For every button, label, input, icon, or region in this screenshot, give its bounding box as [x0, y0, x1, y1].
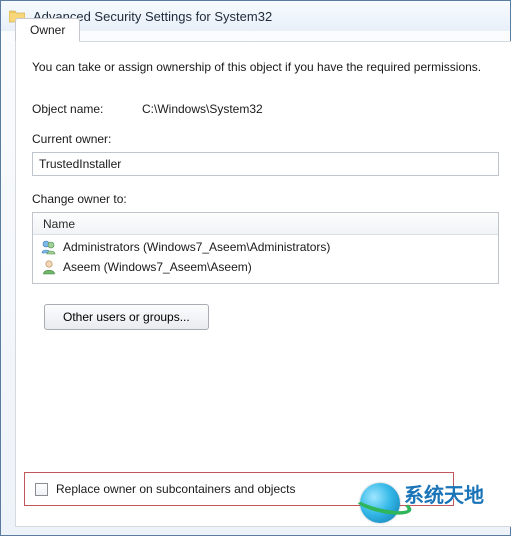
- list-item-text: Administrators (Windows7_Aseem\Administr…: [63, 240, 330, 254]
- object-name-label: Object name:: [32, 102, 142, 116]
- other-users-button[interactable]: Other users or groups...: [44, 304, 209, 330]
- owner-listview[interactable]: Name Administrators (Windows7_Aseem: [32, 212, 499, 284]
- tab-content: You can take or assign ownership of this…: [16, 42, 511, 340]
- group-icon: [41, 239, 57, 255]
- object-name-value: C:\Windows\System32: [142, 102, 263, 116]
- listview-body: Administrators (Windows7_Aseem\Administr…: [33, 235, 498, 283]
- current-owner-label: Current owner:: [32, 132, 499, 146]
- current-owner-field: TrustedInstaller: [32, 152, 499, 176]
- list-item[interactable]: Administrators (Windows7_Aseem\Administr…: [41, 237, 490, 257]
- description-text: You can take or assign ownership of this…: [32, 60, 499, 74]
- column-name: Name: [43, 217, 75, 231]
- list-item-text: Aseem (Windows7_Aseem\Aseem): [63, 260, 252, 274]
- change-owner-label: Change owner to:: [32, 192, 499, 206]
- tab-panel: Owner You can take or assign ownership o…: [15, 41, 511, 527]
- replace-owner-checkbox[interactable]: [35, 483, 48, 496]
- list-item[interactable]: Aseem (Windows7_Aseem\Aseem): [41, 257, 490, 277]
- tab-owner[interactable]: Owner: [15, 18, 80, 42]
- replace-owner-label: Replace owner on subcontainers and objec…: [56, 482, 295, 496]
- current-owner-value: TrustedInstaller: [39, 157, 121, 171]
- user-icon: [41, 259, 57, 275]
- replace-owner-highlight: Replace owner on subcontainers and objec…: [24, 472, 454, 506]
- listview-header[interactable]: Name: [33, 213, 498, 235]
- tab-label: Owner: [30, 23, 65, 37]
- window-frame: Advanced Security Settings for System32 …: [0, 0, 511, 536]
